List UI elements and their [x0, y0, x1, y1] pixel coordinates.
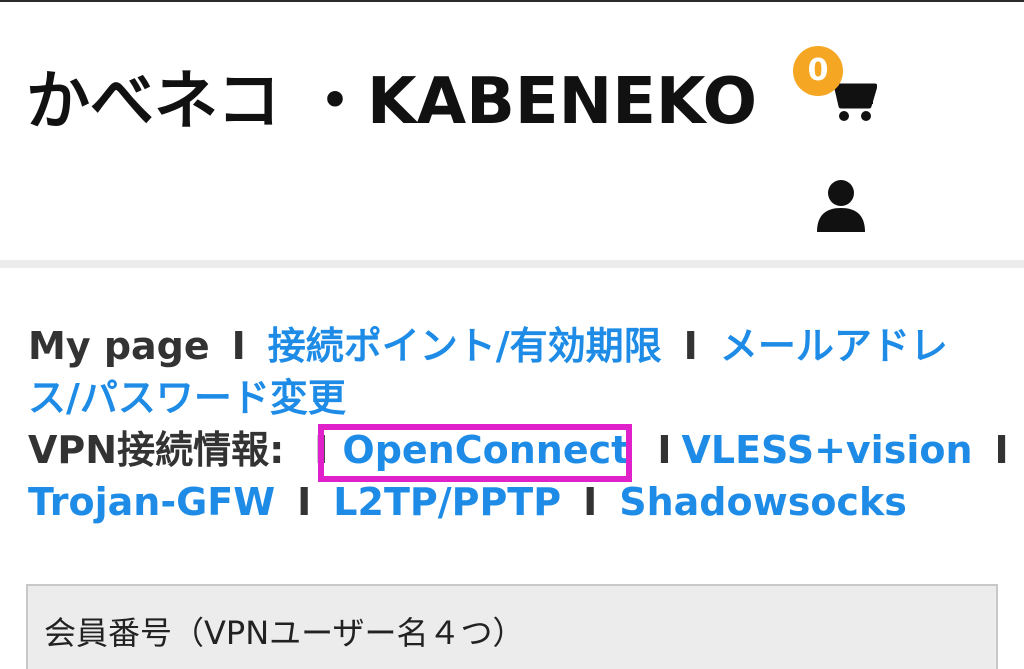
member-number-label: 会員番号（VPNユーザー名４つ） — [44, 614, 525, 652]
header-divider — [0, 260, 1024, 268]
site-title[interactable]: かべネコ ・KABENEKO — [26, 62, 757, 142]
nav-link-trojan-gfw[interactable]: Trojan-GFW — [28, 480, 275, 524]
member-number-panel: 会員番号（VPNユーザー名４つ） — [26, 584, 998, 669]
mypage-label: My page — [28, 324, 210, 368]
nav-link-email-password-cont[interactable]: ス/パスワード変更 — [28, 376, 346, 420]
nav-line-1: My page I 接続ポイント/有効期限 I メールアドレ — [28, 320, 1008, 372]
nav-separator: I — [994, 428, 1009, 472]
nav-separator: I — [657, 428, 672, 472]
user-icon[interactable] — [815, 178, 867, 232]
cart-count-badge: 0 — [793, 46, 843, 96]
mypage-nav: My page I 接続ポイント/有効期限 I メールアドレ ス/パスワード変更 VPN… — [28, 320, 1009, 528]
page: かべネコ ・KABENEKO 0 My page I 接続ポイント/有効期限 I メール… — [0, 0, 1024, 669]
nav-link-l2tp-pptp[interactable]: L2TP/PPTP — [333, 480, 561, 524]
cart-button[interactable]: 0 — [793, 46, 883, 126]
nav-line-4: Trojan-GFW I L2TP/PPTP I Shadowsocks — [28, 476, 1008, 528]
nav-line-2: ス/パスワード変更 — [28, 372, 1008, 424]
nav-link-email-password[interactable]: メールアドレ — [720, 324, 948, 368]
nav-link-access-point[interactable]: 接続ポイント/有効期限 — [268, 324, 662, 368]
vpn-info-label: VPN接続情報: — [28, 428, 285, 472]
nav-separator: I — [297, 480, 312, 524]
site-header: かべネコ ・KABENEKO 0 — [0, 2, 1024, 260]
nav-separator: I — [231, 324, 246, 368]
nav-link-openconnect[interactable]: OpenConnect — [342, 428, 629, 472]
nav-separator: I — [314, 428, 329, 472]
nav-separator: I — [683, 324, 698, 368]
nav-separator: I — [583, 480, 598, 524]
nav-link-vless-vision[interactable]: VLESS+vision — [681, 428, 972, 472]
nav-line-3: VPN接続情報: I OpenConnect I VLESS+vision I — [28, 424, 1009, 482]
nav-link-shadowsocks[interactable]: Shadowsocks — [619, 480, 907, 524]
